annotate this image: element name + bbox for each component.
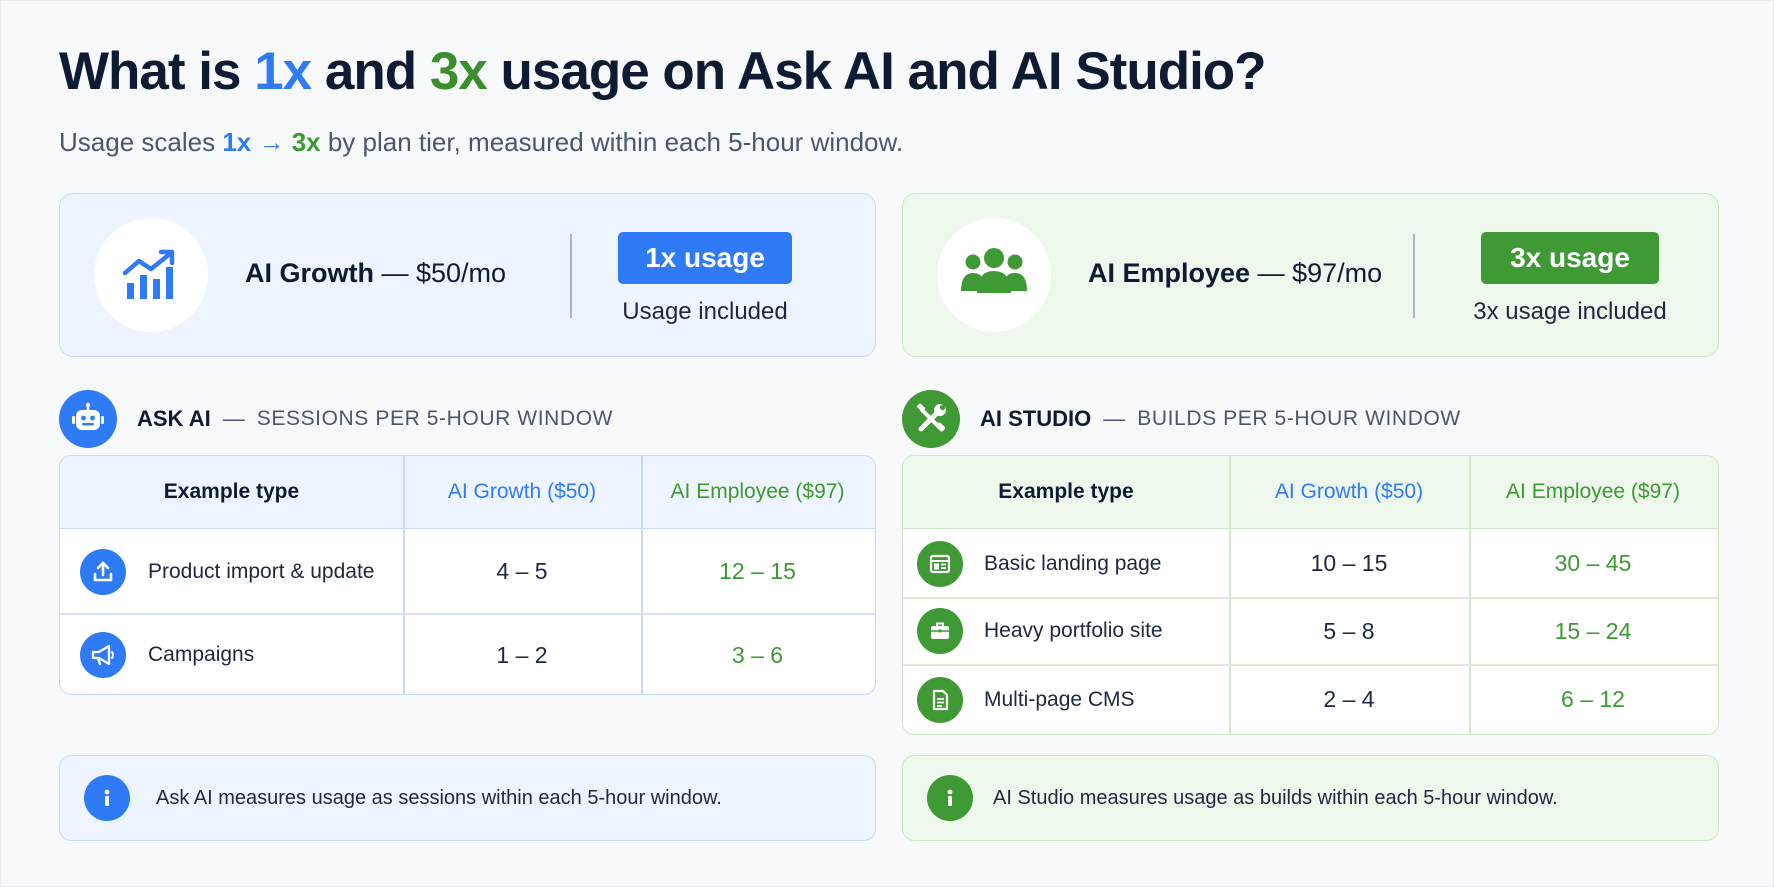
value-ai-growth: 5 – 8: [1323, 617, 1375, 644]
header-ai-employee: AI Employee ($97): [1506, 480, 1680, 503]
value-ai-growth: 1 – 2: [496, 641, 548, 668]
section-header-ai-studio: AI STUDIO — BUILDS PER 5-HOUR WINDOW: [902, 390, 1461, 448]
table-header: Example type AI Growth ($50) AI Employee…: [903, 456, 1718, 529]
table-header: Example type AI Growth ($50) AI Employee…: [60, 456, 875, 529]
info-text: Ask AI measures usage as sessions within…: [156, 786, 722, 809]
value-ai-employee: 6 – 12: [1561, 686, 1625, 712]
header-ai-growth: AI Growth ($50): [1274, 480, 1424, 503]
landing-page-icon: [917, 540, 963, 587]
plan-card-ai-employee: AI Employee — $97/mo 3x usage 3x usage i…: [902, 193, 1719, 357]
document-icon: [917, 676, 963, 723]
value-ai-employee: 15 – 24: [1554, 617, 1632, 644]
plan-card-ai-growth: AI Growth — $50/mo 1x usage Usage includ…: [59, 193, 876, 357]
usage-note: Usage included: [622, 298, 788, 325]
title-1x: 1x: [254, 42, 312, 101]
table-row: Product import & update 4 – 5 12 – 15: [60, 530, 875, 613]
header-example-type: Example type: [998, 480, 1134, 503]
growth-chart-icon: [94, 218, 208, 332]
ai-studio-table: Example type AI Growth ($50) AI Employee…: [902, 455, 1719, 735]
robot-icon: [59, 390, 117, 448]
value-ai-employee: 3 – 6: [731, 641, 784, 668]
page-title: What is 1x and 3x usage on Ask AI and AI…: [59, 42, 1267, 101]
value-ai-employee: 12 – 15: [719, 558, 796, 584]
ask-ai-table: Example type AI Growth ($50) AI Employee…: [59, 455, 876, 695]
team-icon: [937, 218, 1051, 332]
value-ai-employee: 30 – 45: [1554, 550, 1632, 576]
ai-studio-info-box: AI Studio measures usage as builds withi…: [902, 755, 1719, 841]
table-row: Multi-page CMS 2 – 4 6 – 12: [903, 665, 1718, 734]
section-description: BUILDS PER 5-HOUR WINDOW: [1137, 407, 1461, 430]
table-row: Campaigns 1 – 2 3 – 6: [60, 614, 875, 694]
upload-icon: [80, 548, 126, 595]
row-label: Multi-page CMS: [984, 687, 1135, 711]
page-subtitle: Usage scales 1x → 3x by plan tier, measu…: [59, 127, 904, 157]
title-3x: 3x: [429, 42, 488, 101]
row-label: Basic landing page: [984, 551, 1162, 575]
header-ai-employee: AI Employee ($97): [670, 480, 845, 503]
plan-name: AI Employee — $97/mo: [1088, 258, 1383, 288]
briefcase-icon: [917, 608, 963, 654]
info-text: AI Studio measures usage as builds withi…: [993, 786, 1558, 809]
divider: [570, 234, 572, 318]
row-label: Campaigns: [148, 643, 255, 666]
value-ai-growth: 2 – 4: [1323, 686, 1375, 712]
usage-badge: 3x usage: [1481, 232, 1659, 284]
header-ai-growth: AI Growth ($50): [447, 480, 597, 503]
info-icon: [927, 775, 973, 821]
section-description: SESSIONS PER 5-HOUR WINDOW: [256, 407, 614, 430]
usage-note: 3x usage included: [1473, 298, 1667, 325]
plan-name: AI Growth — $50/mo: [245, 258, 507, 288]
table-row: Basic landing page 10 – 15 30 – 45: [903, 530, 1718, 597]
info-icon: [84, 775, 130, 821]
header-example-type: Example type: [163, 480, 300, 503]
section-name: AI STUDIO: [980, 406, 1092, 431]
table-row: Heavy portfolio site 5 – 8 15 – 24: [903, 598, 1718, 664]
section-name: ASK AI: [137, 406, 211, 431]
value-ai-growth: 4 – 5: [496, 558, 548, 584]
ask-ai-info-box: Ask AI measures usage as sessions within…: [59, 755, 876, 841]
tools-icon: [902, 390, 960, 448]
row-label: Product import & update: [148, 559, 375, 583]
value-ai-growth: 10 – 15: [1310, 550, 1388, 576]
section-header-ask-ai: ASK AI — SESSIONS PER 5-HOUR WINDOW: [59, 390, 613, 448]
row-label: Heavy portfolio site: [984, 619, 1163, 642]
usage-badge: 1x usage: [618, 232, 792, 284]
divider: [1413, 234, 1415, 318]
megaphone-icon: [80, 632, 126, 678]
usage-infographic: What is 1x and 3x usage on Ask AI and AI…: [0, 0, 1774, 887]
